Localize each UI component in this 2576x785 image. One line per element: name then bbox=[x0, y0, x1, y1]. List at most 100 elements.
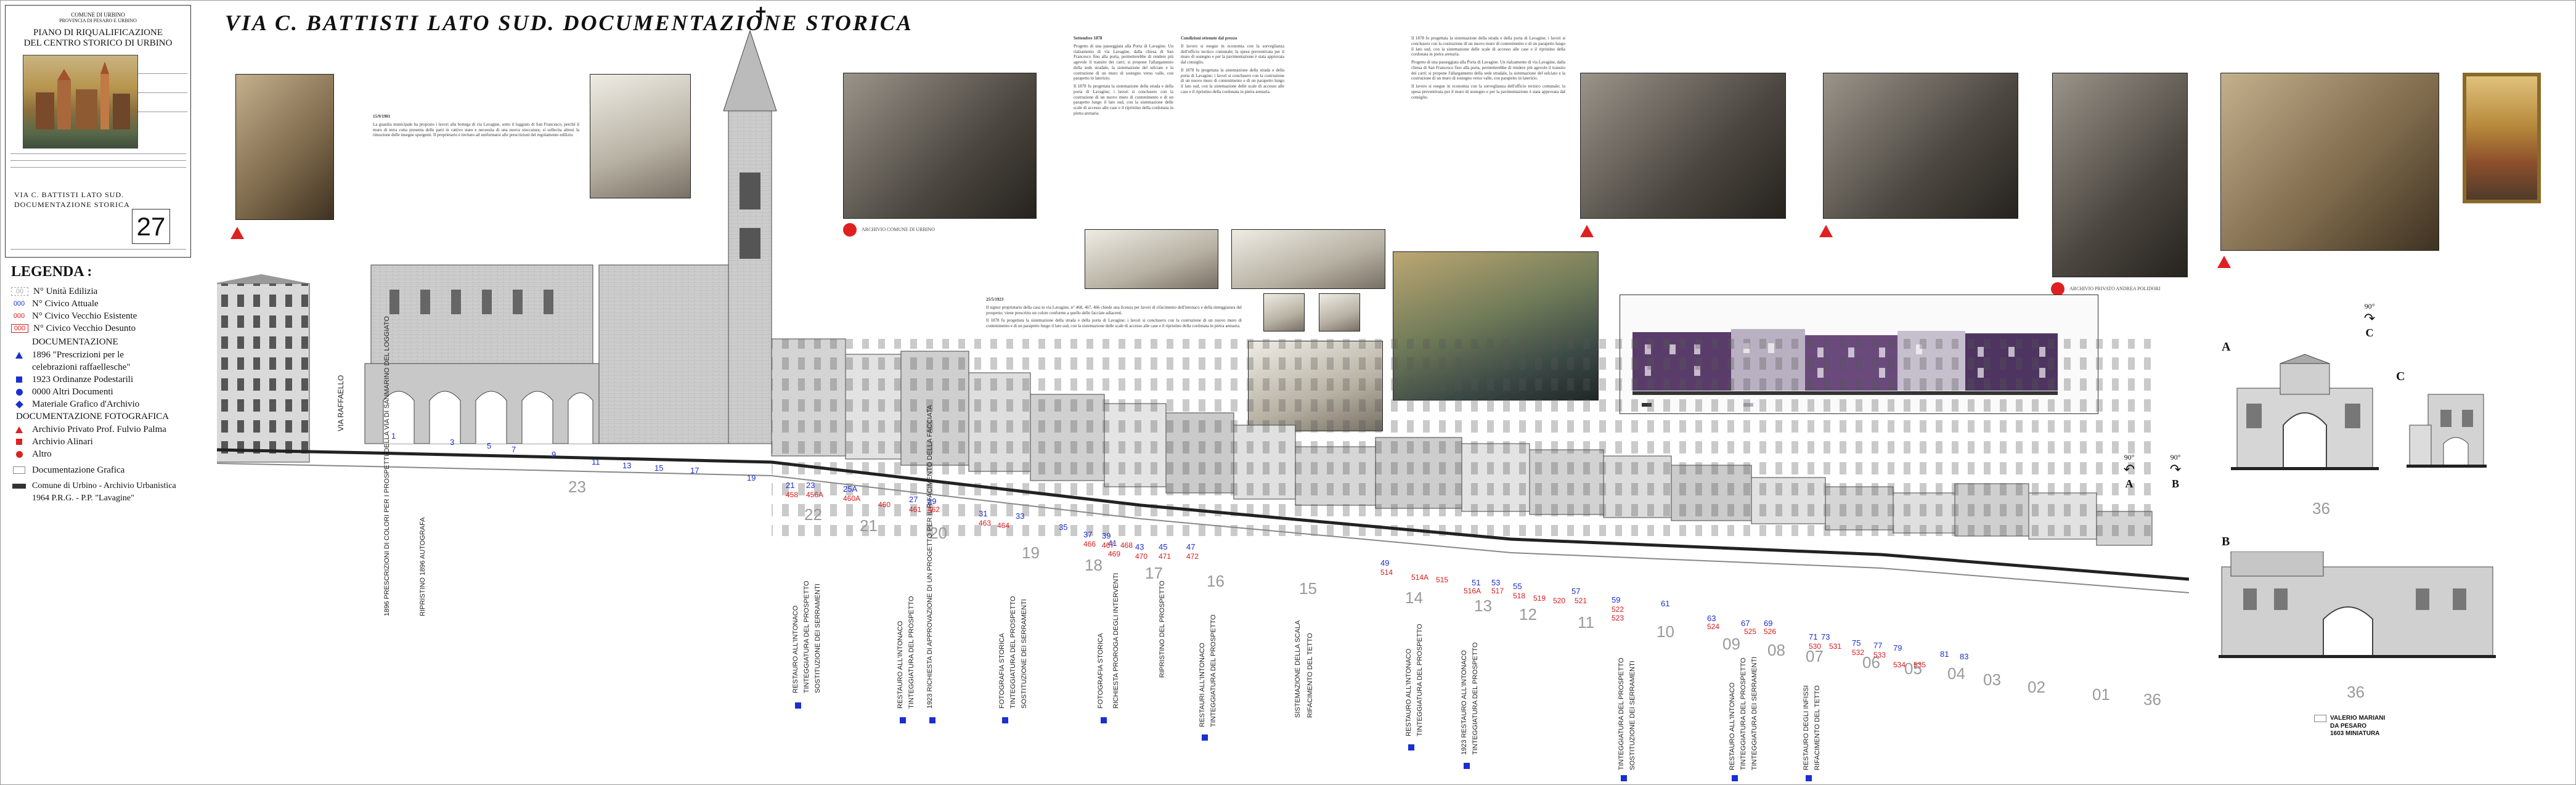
legend-item-label: Altro bbox=[32, 449, 52, 459]
civic-number: 1 bbox=[391, 431, 396, 441]
civic-number: 25A bbox=[843, 484, 858, 494]
legend-item-label: 0000 Altri Documenti bbox=[32, 386, 113, 397]
unit-number: 36 bbox=[2347, 683, 2365, 701]
red-outline-symbol: 000 bbox=[11, 324, 28, 333]
legend-photo-altro: Altro bbox=[11, 448, 208, 460]
legend-item-label: N° Civico Vecchio Desunto bbox=[33, 323, 136, 333]
civic-number: 49 bbox=[1380, 558, 1390, 567]
civic-number: 9 bbox=[552, 450, 556, 459]
old-number: 514A bbox=[1411, 573, 1429, 582]
civic-number: 3 bbox=[450, 437, 455, 447]
old-number: 520 bbox=[1553, 596, 1566, 605]
legend-doc-altri: 0000 Altri Documenti bbox=[11, 386, 208, 398]
civic-number: 67 bbox=[1741, 619, 1750, 628]
old-number: 526 bbox=[1764, 627, 1777, 636]
civic-number: 57 bbox=[1571, 587, 1581, 596]
table-number-box: 27 bbox=[132, 209, 170, 244]
old-number: 468 bbox=[1120, 541, 1133, 550]
red-square-icon bbox=[11, 439, 27, 445]
old-number: 458 bbox=[786, 490, 799, 499]
legend-item-label: N° Civico Attuale bbox=[32, 298, 99, 309]
mariani-line-3: 1603 MINIATURA bbox=[2330, 730, 2380, 737]
old-number: 533 bbox=[1873, 651, 1886, 659]
doc-title: DOCUMENTAZIONE bbox=[32, 337, 118, 347]
title-plate: COMUNE DI URBINO PROVINCIA DI PESARO E U… bbox=[5, 5, 191, 258]
doc-note: TINTEGGIATURA DEL PROSPETTO bbox=[803, 580, 810, 693]
project-line-1: PIANO DI RIQUALIFICAZIONE bbox=[33, 27, 163, 38]
legend-item-civico-attuale: 000 N° Civico Attuale bbox=[11, 298, 208, 310]
legend-doc-grafico: Materiale Grafico d'Archivio bbox=[11, 398, 208, 410]
red-triangle-icon bbox=[2217, 256, 2231, 268]
old-number: 469 bbox=[1108, 550, 1121, 558]
table-number: 27 bbox=[136, 211, 166, 241]
info-strip bbox=[138, 55, 187, 147]
section-letter: A bbox=[2125, 478, 2134, 490]
doc-note: 1896 PRESCRIZIONI DI COLORI PER I PROSPE… bbox=[383, 316, 391, 616]
unit-number: 04 bbox=[1947, 664, 1965, 683]
via-raffaello-label: VIA RAFFAELLO bbox=[336, 375, 345, 431]
doc-note: FOTOGRAFIA STORICA bbox=[998, 633, 1006, 709]
section-c-label: C bbox=[2396, 370, 2405, 383]
unit-number: 08 bbox=[1767, 641, 1785, 659]
photo-porta-arch bbox=[2220, 73, 2439, 251]
legend-item-label: 1923 Ordinanze Podestarili bbox=[32, 374, 134, 384]
legend-item-civico-vecchio: 000 N° Civico Vecchio Esistente bbox=[11, 310, 208, 322]
legend-doc-1923: 1923 Ordinanze Podestarili bbox=[11, 373, 208, 386]
civic-number: 51 bbox=[1472, 578, 1481, 587]
blue-square-icon bbox=[1621, 775, 1627, 781]
legend-doc-1896-b: celebrazioni raffaellesche" bbox=[11, 361, 208, 373]
doc-note: FOTOGRAFIA STORICA bbox=[1097, 633, 1104, 709]
civic-number: 55 bbox=[1513, 582, 1522, 591]
old-number: 516A bbox=[1464, 587, 1482, 595]
doc-note: TINTEGGIATURA DEL PROSPETTO bbox=[1416, 624, 1424, 736]
city-miniature bbox=[23, 55, 138, 148]
angle-label: 90° bbox=[2364, 302, 2375, 311]
old-number: 524 bbox=[1707, 622, 1720, 631]
old-number: 471 bbox=[1159, 552, 1172, 561]
unit-number: 23 bbox=[568, 478, 586, 496]
old-number: 530 bbox=[1809, 642, 1822, 651]
unit-number: 13 bbox=[1474, 596, 1492, 615]
unit-number: 10 bbox=[1657, 622, 1674, 641]
civic-number: 31 bbox=[979, 509, 988, 518]
photo-title: DOCUMENTAZIONE FOTOGRAFICA bbox=[16, 412, 169, 421]
old-number: 467 bbox=[1102, 541, 1115, 550]
old-number: 456A bbox=[806, 490, 824, 499]
blue-square-icon bbox=[1464, 763, 1470, 769]
old-number: 518 bbox=[1513, 592, 1526, 600]
old-number: 466 bbox=[1083, 540, 1096, 548]
doc-note: RIFACIMENTO DEL TETTO bbox=[1306, 633, 1314, 718]
civic-number: 35 bbox=[1059, 523, 1068, 532]
civic-number: 77 bbox=[1873, 641, 1883, 650]
section-b-label: B bbox=[2222, 535, 2230, 548]
civic-number: 45 bbox=[1159, 542, 1168, 551]
angle-label: 90° bbox=[2124, 453, 2135, 462]
doc-note: RESTAURO ALL'INTONACO bbox=[1405, 648, 1412, 736]
legend-item-label: N° Civico Vecchio Esistente bbox=[32, 311, 137, 321]
legend-item-label: 1964 P.R.G. - P.P. "Lavagine" bbox=[32, 494, 134, 503]
unit-number: 36 bbox=[2312, 499, 2330, 518]
legend-item-unit: 00 N° Unità Edilizia bbox=[11, 285, 208, 298]
civic-number: 53 bbox=[1491, 578, 1501, 587]
legend-doc-1896: 1896 "Prescrizioni per le bbox=[11, 349, 208, 361]
doc-note: RESTAURO ALL'INTONACO bbox=[1729, 682, 1736, 770]
old-number: 525 bbox=[1744, 627, 1757, 636]
civic-number: 61 bbox=[1661, 599, 1670, 608]
red-triangle-icon bbox=[11, 426, 27, 433]
mariani-line-1: VALERIO MARIANI bbox=[2330, 715, 2386, 722]
doc-note: RIFACIMENTO DEL TETTO bbox=[1814, 685, 1821, 770]
unit-number: 12 bbox=[1519, 605, 1537, 624]
project-line-2: DEL CENTRO STORICO DI URBINO bbox=[23, 38, 173, 48]
subtitle-line-2: DOCUMENTAZIONE STORICA bbox=[14, 200, 130, 209]
legend-item-civico-desunto: 000 N° Civico Vecchio Desunto bbox=[11, 322, 208, 335]
civic-number: 19 bbox=[747, 473, 756, 482]
civic-number: 11 bbox=[592, 457, 600, 466]
unit-number: 03 bbox=[1983, 670, 2001, 689]
blue-square-icon bbox=[1002, 717, 1008, 723]
blue-triangle-icon bbox=[11, 351, 27, 359]
unit-number: 18 bbox=[1085, 556, 1103, 574]
doc-note: TINTEGGIATURA DEL PROSPETTO bbox=[1472, 642, 1479, 755]
legend-photo-palma: Archivio Privato Prof. Fulvio Palma bbox=[11, 423, 208, 436]
doc-note: TINTEGGIATURA DEL PROSPETTO bbox=[1740, 657, 1747, 770]
doc-note: SOSTITUZIONE DEI SERRAMENTI bbox=[814, 584, 821, 693]
